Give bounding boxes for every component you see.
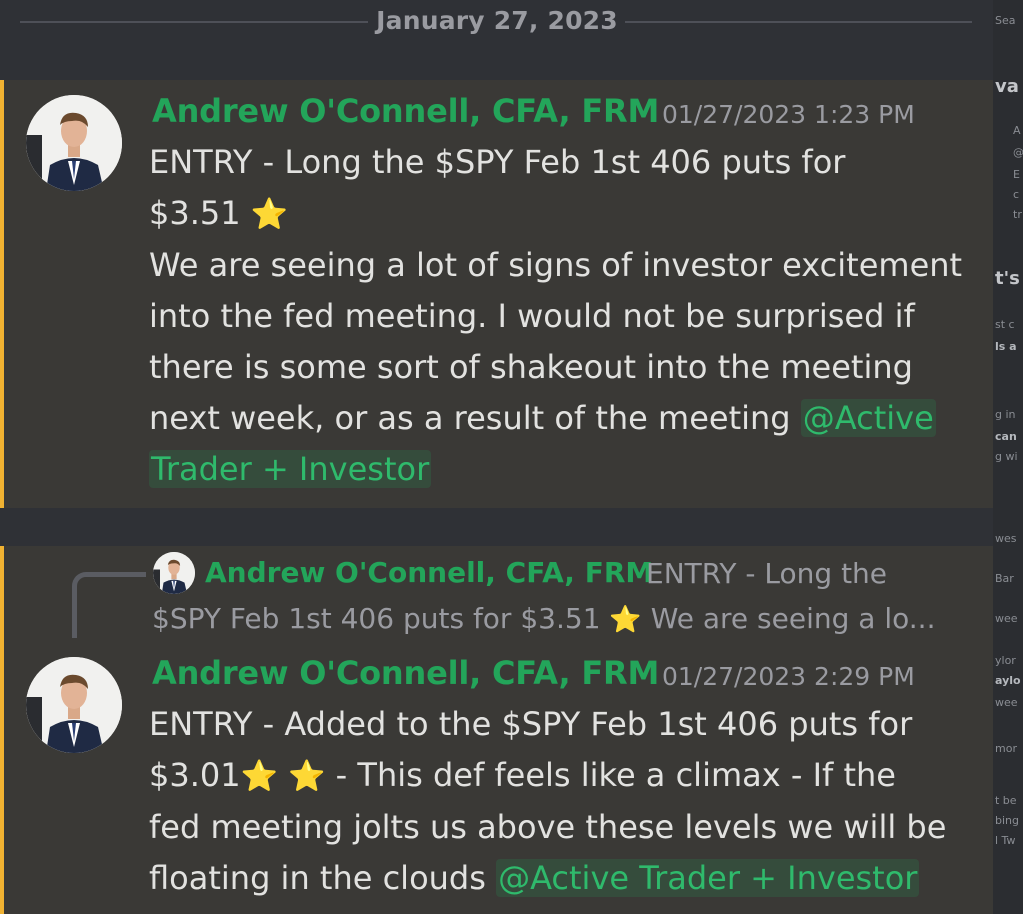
- avatar-photo: [153, 552, 195, 594]
- reply-author-avatar[interactable]: [153, 552, 195, 594]
- right-side-panel: Sea va A @ E c tr t's st c ls a g in can…: [993, 0, 1023, 914]
- panel-fragment: c: [1013, 188, 1020, 201]
- message-line: Trader + Investor: [149, 444, 979, 495]
- message-line: $3.01⭐ ⭐ - This def feels like a climax …: [149, 750, 979, 802]
- panel-fragment: va: [995, 76, 1019, 97]
- panel-fragment: aylo: [995, 674, 1021, 687]
- panel-fragment: can: [995, 430, 1017, 443]
- message-content: ENTRY - Long the $SPY Feb 1st 406 puts f…: [149, 137, 979, 495]
- panel-fragment: A: [1013, 124, 1021, 137]
- message-line: floating in the clouds @Active Trader + …: [149, 853, 979, 904]
- reply-preview[interactable]: ENTRY - Long the: [646, 557, 887, 590]
- reply-preview-text: $SPY Feb 1st 406 puts for $3.51: [152, 602, 601, 635]
- message-line: We are seeing a lot of signs of investor…: [149, 246, 963, 284]
- star-icon: ⭐: [240, 759, 278, 794]
- panel-fragment: g in: [995, 408, 1016, 421]
- reply-preview[interactable]: $SPY Feb 1st 406 puts for $3.51 ⭐ We are…: [152, 602, 935, 635]
- message-line: ENTRY - Long the $SPY Feb 1st 406 puts f…: [149, 143, 846, 181]
- reply-connector: [72, 572, 146, 638]
- panel-fragment: t be: [995, 794, 1017, 807]
- panel-fragment: mor: [995, 742, 1017, 755]
- panel-fragment: bing: [995, 814, 1019, 827]
- message-timestamp: 01/27/2023 2:29 PM: [662, 662, 915, 691]
- panel-fragment: t's: [995, 268, 1020, 289]
- date-divider: January 27, 2023: [0, 0, 993, 80]
- panel-fragment: l Tw: [995, 834, 1016, 847]
- message-line: there is some sort of shakeout into the …: [149, 348, 913, 386]
- panel-fragment: wee: [995, 696, 1018, 709]
- reply-author[interactable]: Andrew O'Connell, CFA, FRM: [205, 556, 653, 589]
- role-mention[interactable]: Trader + Investor: [149, 450, 432, 488]
- star-icon: ⭐: [250, 197, 289, 232]
- panel-fragment: @: [1013, 146, 1023, 159]
- message-text: floating in the clouds: [149, 859, 486, 897]
- reply-preview-text: We are seeing a lo...: [650, 602, 936, 635]
- panel-fragment: g wi: [995, 450, 1018, 463]
- price-text: $3.51: [149, 194, 241, 232]
- date-divider-label: January 27, 2023: [376, 6, 618, 35]
- message-line: $3.51 ⭐: [149, 188, 979, 240]
- divider-line-right: [625, 21, 972, 23]
- role-mention[interactable]: @Active: [800, 399, 936, 437]
- panel-fragment: wee: [995, 612, 1018, 625]
- avatar-photo: [26, 95, 122, 191]
- panel-fragment: ls a: [995, 340, 1017, 353]
- panel-fragment: st c: [995, 318, 1015, 331]
- message-text: next week, or as a result of the meeting: [149, 399, 791, 437]
- message-timestamp: 01/27/2023 1:23 PM: [662, 100, 915, 129]
- search-placeholder-fragment[interactable]: Sea: [995, 14, 1016, 27]
- avatar-photo: [26, 657, 122, 753]
- role-mention[interactable]: @Active Trader + Investor: [496, 859, 920, 897]
- message-line: ENTRY - Added to the $SPY Feb 1st 406 pu…: [149, 705, 913, 743]
- panel-fragment: ylor: [995, 654, 1016, 667]
- message-author[interactable]: Andrew O'Connell, CFA, FRM: [152, 654, 659, 692]
- message-content: ENTRY - Added to the $SPY Feb 1st 406 pu…: [149, 699, 979, 904]
- panel-fragment: E: [1013, 168, 1020, 181]
- panel-fragment: wes: [995, 532, 1017, 545]
- message-line: next week, or as a result of the meeting…: [149, 393, 979, 444]
- message-line: fed meeting jolts us above these levels …: [149, 808, 947, 846]
- star-icon: ⭐: [609, 605, 642, 635]
- message-text: - This def feels like a climax - If the: [335, 756, 896, 794]
- message-line: into the fed meeting. I would not be sur…: [149, 297, 915, 335]
- author-avatar[interactable]: [26, 657, 122, 753]
- panel-fragment: Bar: [995, 572, 1014, 585]
- panel-fragment: tr: [1013, 208, 1022, 221]
- star-icon: ⭐: [288, 759, 326, 794]
- divider-line-left: [20, 21, 368, 23]
- message-author[interactable]: Andrew O'Connell, CFA, FRM: [152, 92, 659, 130]
- author-avatar[interactable]: [26, 95, 122, 191]
- price-text: $3.01: [149, 756, 241, 794]
- message-separator: [0, 508, 993, 546]
